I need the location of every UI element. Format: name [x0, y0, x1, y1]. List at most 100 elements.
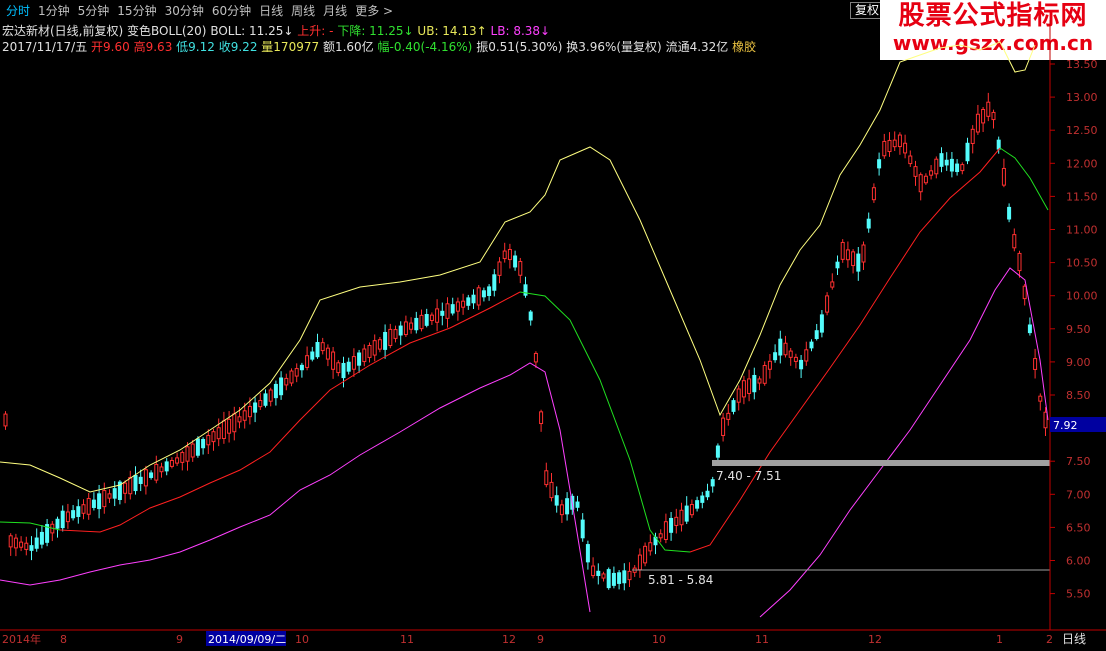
period-tab-5min[interactable]: 5分钟 [78, 2, 110, 19]
candle-body [24, 542, 29, 550]
candle-body [481, 290, 486, 298]
candle-body [840, 241, 845, 260]
quote-turnover: 换3.96%(量复权) [566, 40, 662, 54]
candle-body [310, 351, 315, 360]
period-tab-30min[interactable]: 30分钟 [165, 2, 204, 19]
price-tick-label: 10.00 [1066, 290, 1098, 303]
current-price-box [1050, 417, 1106, 432]
candle-body [700, 495, 705, 503]
candle-body [866, 218, 871, 229]
candle-body [211, 431, 216, 443]
candle-body [60, 510, 65, 529]
candle-body [128, 476, 133, 495]
candle-body [299, 364, 304, 371]
candle-body [871, 187, 876, 201]
time-axis-label: 11 [755, 633, 769, 646]
candle-body [975, 113, 980, 133]
candle-body [669, 517, 674, 533]
candle-body [424, 314, 429, 326]
candle-body [362, 348, 367, 363]
period-tab-minute[interactable]: 分时 [6, 2, 30, 19]
candle-body [799, 359, 804, 370]
candle-body [175, 457, 180, 464]
candle-body [190, 443, 195, 458]
candle-body [1038, 395, 1043, 402]
time-axis-label: 8 [60, 633, 67, 646]
quote-change: 幅-0.40(-4.16%) [377, 40, 473, 54]
candle-body [658, 533, 663, 539]
period-tab-daily[interactable]: 日线 [259, 2, 283, 19]
candle-body [648, 542, 653, 552]
candle-body [695, 500, 700, 509]
candle-body [185, 446, 190, 462]
candle-body [284, 377, 289, 386]
candle-body [1017, 252, 1022, 272]
lb-value: LB: 8.38 [490, 24, 541, 38]
candle-body [726, 412, 731, 420]
quote-open: 开9.60 [91, 40, 130, 54]
boll-mid-falling-1 [0, 291, 691, 553]
candle-body [653, 536, 658, 546]
period-tab-15min[interactable]: 15分钟 [117, 2, 156, 19]
candle-body [336, 362, 341, 374]
price-tick-label: 8.00 [1066, 422, 1091, 435]
candle-body [91, 499, 96, 508]
candle-body [960, 164, 965, 172]
period-label[interactable]: 日线 [1062, 632, 1086, 646]
lb-arrow-icon: ↓ [540, 24, 551, 38]
candle-body [201, 438, 206, 449]
period-tab-weekly[interactable]: 周线 [291, 2, 315, 19]
candle-body [377, 339, 382, 350]
candle-body [513, 255, 518, 268]
candle-body [596, 570, 601, 576]
candle-body [637, 554, 642, 571]
candle-body [367, 344, 372, 358]
candle-body [154, 463, 159, 481]
boll-lower-band [0, 267, 1049, 618]
candle-body [346, 361, 351, 372]
down-value: 下降: 11.25 [337, 24, 404, 38]
candle-body [851, 251, 856, 267]
candle-body [247, 405, 252, 418]
candlestick-series [3, 92, 1048, 591]
candle-body [450, 304, 455, 314]
candle-body [903, 142, 908, 154]
candle-body [305, 355, 310, 368]
price-tick-label: 9.50 [1066, 323, 1091, 336]
price-tick-label: 5.50 [1066, 588, 1091, 601]
candle-body [81, 504, 86, 514]
candle-body [965, 142, 970, 162]
candle-body [643, 545, 648, 564]
candle-body [809, 341, 814, 349]
period-tab-more[interactable]: 更多 > [355, 2, 393, 19]
candle-body [752, 374, 757, 393]
candle-body [601, 573, 606, 579]
period-tab-1min[interactable]: 1分钟 [38, 2, 70, 19]
period-tab-monthly[interactable]: 月线 [323, 2, 347, 19]
candle-body [544, 470, 549, 486]
candle-body [180, 452, 185, 463]
candle-body [830, 281, 835, 288]
price-tick-label: 7.00 [1066, 488, 1091, 501]
quote-info-line: 2017/11/17/五 开9.60 高9.63 低9.12 收9.22 量17… [2, 38, 756, 55]
candle-body [674, 516, 679, 526]
candle-body [429, 314, 434, 322]
candle-body [991, 111, 996, 121]
candle-body [523, 284, 528, 296]
candle-body [944, 159, 949, 166]
quote-volume: 量170977 [261, 40, 320, 54]
candle-body [476, 287, 481, 306]
candle-body [710, 479, 715, 487]
period-tab-60min[interactable]: 60分钟 [212, 2, 251, 19]
candle-body [206, 434, 211, 446]
candle-body [497, 261, 502, 276]
candle-body [622, 570, 627, 584]
candle-body [632, 567, 637, 573]
price-tick-label: 6.50 [1066, 521, 1091, 534]
time-axis-labels: 2014年 8 9 2014/09/09/二 10 11 12 9 10 11 12 1 2 日线 [2, 631, 1086, 646]
candle-body [76, 506, 81, 517]
fuquan-button[interactable]: 复权 [850, 2, 885, 19]
price-tick-label: 11.00 [1066, 224, 1098, 237]
kline-chart[interactable]: 7.40 - 7.51 5.81 - 5.84 13.5013.0012.501… [0, 0, 1106, 651]
candle-body [117, 481, 122, 500]
